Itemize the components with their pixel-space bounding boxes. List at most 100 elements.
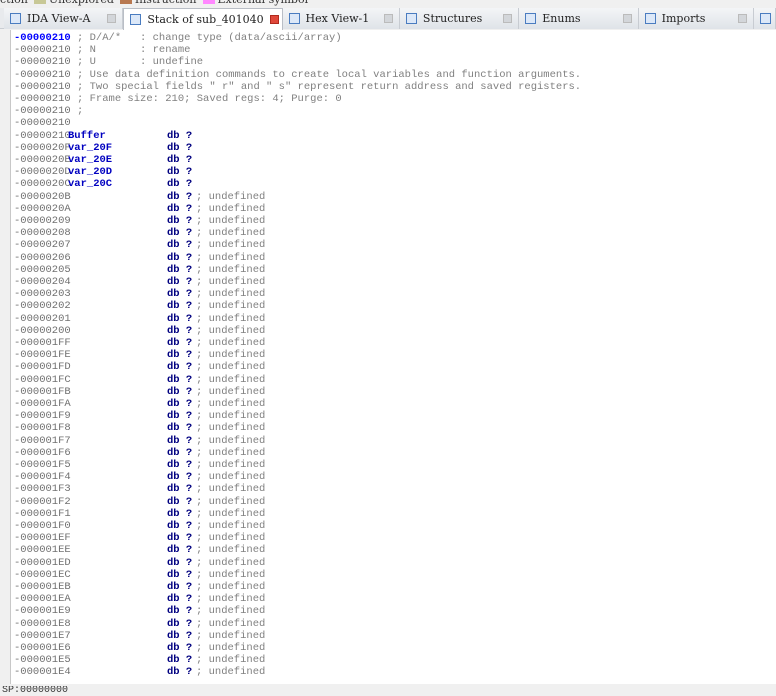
listing-row[interactable]: -000001F4 db ?; undefined — [14, 471, 265, 483]
close-icon[interactable] — [269, 15, 279, 24]
comment: ; undefined — [196, 629, 266, 642]
close-icon[interactable] — [738, 14, 748, 23]
listing-row[interactable]: -00000210 ; D/A/* : change type (data/as… — [14, 32, 342, 44]
variable-name[interactable]: var_20F — [68, 142, 112, 154]
listing-row[interactable]: -00000204 db ?; undefined — [14, 276, 265, 288]
data-type: db ? — [167, 129, 193, 142]
listing-row[interactable]: -000001F3 db ?; undefined — [14, 483, 265, 495]
comment: ; undefined — [196, 410, 266, 423]
variable-name[interactable]: var_20D — [68, 166, 112, 178]
listing-row[interactable]: -00000210 ; Frame size: 210; Saved regs:… — [14, 93, 342, 105]
data-type: db ? — [167, 312, 193, 325]
comment: ; undefined — [196, 532, 266, 545]
data-type: db ? — [167, 605, 193, 618]
address: -000001FD — [14, 361, 71, 374]
comment: ; undefined — [196, 495, 266, 508]
tab-imports[interactable]: Imports — [638, 8, 755, 29]
listing-row[interactable]: -00000208 db ?; undefined — [14, 227, 265, 239]
tab-ida-view-a[interactable]: IDA View-A — [4, 8, 124, 29]
listing-row[interactable]: -000001F6 db ?; undefined — [14, 447, 265, 459]
listing-row[interactable]: -00000210 ; Two special fields " r" and … — [14, 81, 581, 93]
address: -000001EE — [14, 544, 71, 557]
data-type: db ? — [167, 276, 193, 288]
listing-row[interactable]: -000001E5 db ?; undefined — [14, 654, 265, 666]
listing-row[interactable]: -000001E8 db ?; undefined — [14, 617, 265, 630]
variable-name[interactable]: var_20E — [68, 154, 112, 166]
listing-row[interactable]: -000001EA db ?; undefined — [14, 593, 265, 605]
listing-row[interactable]: -000001E9 db ?; undefined — [14, 605, 265, 617]
close-icon[interactable] — [383, 14, 393, 23]
listing-row[interactable]: -000001FE db ?; undefined — [14, 349, 265, 361]
tab-structures[interactable]: Structures — [399, 8, 520, 29]
listing-row[interactable]: -000001F1 db ?; undefined — [14, 508, 265, 520]
tab-stack-of-sub-401040[interactable]: Stack of sub_401040 — [123, 8, 283, 30]
variable-name[interactable]: var_20C — [68, 178, 112, 190]
tab-more[interactable] — [754, 8, 776, 29]
listing-row[interactable]: -00000210 ; Use data definition commands… — [14, 69, 581, 81]
listing-row[interactable]: -000001FD db ?; undefined — [14, 361, 265, 374]
tab-label: Imports — [661, 12, 706, 25]
legend-swatch — [119, 0, 132, 4]
tab-hex-view-1[interactable]: Hex View-1 — [282, 8, 400, 29]
close-icon[interactable] — [503, 14, 513, 23]
listing-row[interactable]: -000001EE db ?; undefined — [14, 544, 265, 557]
listing-row[interactable]: -000001FF db ?; undefined — [14, 337, 265, 349]
listing-row[interactable]: -00000202 db ?; undefined — [14, 300, 265, 312]
listing-row[interactable]: -000001F5 db ?; undefined — [14, 459, 265, 471]
address: -00000204 — [14, 276, 71, 288]
listing-row[interactable]: -000001F9 db ?; undefined — [14, 410, 265, 422]
stack-frame-view[interactable]: -00000210 ; D/A/* : change type (data/as… — [0, 30, 776, 684]
address: -000001F0 — [14, 520, 71, 532]
listing-row[interactable]: -00000209 db ?; undefined — [14, 215, 265, 227]
listing-row[interactable]: -000001FA db ?; undefined — [14, 398, 265, 410]
listing-row[interactable]: -000001FB db ?; undefined — [14, 386, 265, 398]
listing-row[interactable]: -000001F0 db ?; undefined — [14, 520, 265, 532]
listing-row[interactable]: -000001EB db ?; undefined — [14, 581, 265, 593]
listing-row[interactable]: -000001F2 db ?; undefined — [14, 495, 265, 508]
listing-row[interactable]: -00000207 db ?; undefined — [14, 239, 265, 251]
color-legend: ction Unexplored Instruction External symbo… — [0, 0, 308, 6]
listing-row[interactable]: -000001E7 db ?; undefined — [14, 630, 265, 642]
address: -000001EF — [14, 532, 71, 545]
close-icon[interactable] — [107, 14, 117, 23]
listing-row[interactable]: -0000020B db ?; undefined — [14, 190, 265, 203]
data-type: db ? — [167, 300, 193, 313]
address: -0000020B — [14, 190, 71, 203]
listing-row[interactable]: -00000201 db ?; undefined — [14, 313, 265, 325]
listing-row[interactable]: -000001FC db ?; undefined — [14, 374, 265, 386]
listing-row[interactable]: -0000020C var_20C db ? — [14, 178, 192, 190]
variable-name[interactable]: Buffer — [68, 130, 106, 142]
listing-row[interactable]: -00000203 db ?; undefined — [14, 288, 265, 300]
address: -000001E8 — [14, 617, 71, 630]
listing-row[interactable]: -000001EC db ?; undefined — [14, 568, 265, 581]
listing-row[interactable]: -000001F8 db ?; undefined — [14, 422, 265, 434]
tab-enums[interactable]: Enums — [519, 8, 639, 29]
comment: ; — [70, 105, 84, 118]
comment: ; undefined — [196, 666, 266, 679]
listing-row[interactable]: -00000210 ; N : rename — [14, 44, 190, 56]
tab-icon — [288, 13, 300, 24]
data-type: db ? — [167, 434, 193, 447]
listing-row[interactable]: -00000210 ; U : undefine — [14, 56, 203, 68]
address: -000001F2 — [14, 495, 71, 508]
data-type: db ? — [167, 556, 193, 569]
listing-row[interactable]: -0000020D var_20D db ? — [14, 166, 192, 178]
listing-row[interactable]: -00000200 db ?; undefined — [14, 325, 265, 337]
listing-row[interactable]: -00000210 — [14, 117, 71, 129]
close-icon[interactable] — [622, 14, 632, 23]
listing-row[interactable]: -00000210 Buffer db ? — [14, 130, 192, 142]
listing-row[interactable]: -000001F7 db ?; undefined — [14, 435, 265, 447]
listing-row[interactable]: -0000020A db ?; undefined — [14, 203, 265, 215]
address: -000001EC — [14, 568, 71, 581]
listing-row[interactable]: -0000020E var_20E db ? — [14, 154, 192, 166]
data-type: db ? — [167, 520, 193, 532]
data-type: db ? — [167, 446, 193, 459]
listing-row[interactable]: -000001ED db ?; undefined — [14, 557, 265, 569]
listing-row[interactable]: -000001E6 db ?; undefined — [14, 642, 265, 654]
listing-row[interactable]: -00000206 db ?; undefined — [14, 252, 265, 264]
listing-row[interactable]: -00000210 ; — [14, 105, 83, 117]
listing-row[interactable]: -000001EF db ?; undefined — [14, 532, 265, 545]
listing-row[interactable]: -000001E4 db ?; undefined — [14, 666, 265, 678]
listing-row[interactable]: -00000205 db ?; undefined — [14, 264, 265, 276]
listing-row[interactable]: -0000020F var_20F db ? — [14, 142, 192, 154]
